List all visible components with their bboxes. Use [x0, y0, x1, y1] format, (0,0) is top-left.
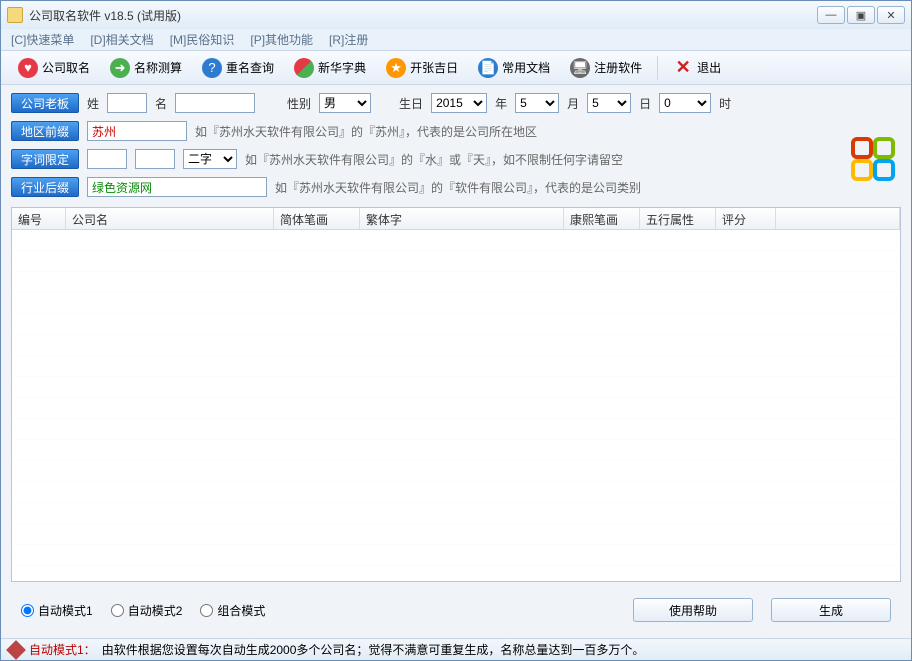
- tb-label: 名称测算: [134, 59, 182, 76]
- titlebar: 公司取名软件 v18.5 (试用版) — ▣ ✕: [1, 1, 911, 29]
- th-id[interactable]: 编号: [12, 208, 66, 229]
- th-kangxi[interactable]: 康熙笔画: [564, 208, 640, 229]
- region-button[interactable]: 地区前缀: [11, 121, 79, 141]
- th-score[interactable]: 评分: [716, 208, 776, 229]
- flag-icon: [294, 58, 314, 78]
- day-select[interactable]: 5: [587, 93, 631, 113]
- th-blank[interactable]: [776, 208, 900, 229]
- window-title: 公司取名软件 v18.5 (试用版): [29, 7, 817, 24]
- menu-quick[interactable]: [C]快速菜单: [11, 31, 74, 48]
- help-button[interactable]: 使用帮助: [633, 598, 753, 622]
- word-count-select[interactable]: 二字: [183, 149, 237, 169]
- suffix-button[interactable]: 行业后缀: [11, 177, 79, 197]
- office-logo-icon: [851, 137, 895, 181]
- close-button[interactable]: ✕: [877, 6, 905, 24]
- tb-label: 注册软件: [594, 59, 642, 76]
- region-input[interactable]: [87, 121, 187, 141]
- word-input-2[interactable]: [135, 149, 175, 169]
- monitor-icon: 🖥: [570, 58, 590, 78]
- tb-dictionary[interactable]: 新华字典: [287, 54, 373, 82]
- month-select[interactable]: 5: [515, 93, 559, 113]
- tb-label: 公司取名: [42, 59, 90, 76]
- year-select[interactable]: 2015: [431, 93, 487, 113]
- tb-lucky-date[interactable]: ★开张吉日: [379, 54, 465, 82]
- name-label: 名: [155, 95, 167, 112]
- surname-input[interactable]: [107, 93, 147, 113]
- th-wuxing[interactable]: 五行属性: [640, 208, 716, 229]
- question-icon: ?: [202, 58, 222, 78]
- minimize-button[interactable]: —: [817, 6, 845, 24]
- menu-docs[interactable]: [D]相关文档: [90, 31, 153, 48]
- table-body[interactable]: [12, 230, 900, 581]
- word-button[interactable]: 字词限定: [11, 149, 79, 169]
- th-trad[interactable]: 繁体字: [360, 208, 564, 229]
- status-prefix: 自动模式1：: [29, 641, 96, 658]
- maximize-button[interactable]: ▣: [847, 6, 875, 24]
- th-company[interactable]: 公司名: [66, 208, 274, 229]
- app-icon: [7, 7, 23, 23]
- menu-folk[interactable]: [M]民俗知识: [170, 31, 235, 48]
- suffix-hint: 如『苏州水天软件有限公司』的『软件有限公司』，代表的是公司类别: [275, 179, 641, 196]
- status-text: 由软件根据您设置每次自动生成2000多个公司名；觉得不满意可重复生成，名称总量达…: [102, 641, 645, 658]
- results-table: 编号 公司名 简体笔画 繁体字 康熙笔画 五行属性 评分: [11, 207, 901, 582]
- boss-button[interactable]: 公司老板: [11, 93, 79, 113]
- mode-label: 自动模式1: [38, 602, 93, 619]
- menu-register[interactable]: [R]注册: [329, 31, 368, 48]
- tb-common-docs[interactable]: 📄常用文档: [471, 54, 557, 82]
- doc-icon: 📄: [478, 58, 498, 78]
- heart-icon: ♥: [18, 58, 38, 78]
- tb-label: 开张吉日: [410, 59, 458, 76]
- generate-button[interactable]: 生成: [771, 598, 891, 622]
- tb-label: 常用文档: [502, 59, 550, 76]
- book-icon: [6, 640, 26, 660]
- statusbar: 自动模式1： 由软件根据您设置每次自动生成2000多个公司名；觉得不满意可重复生…: [1, 638, 911, 660]
- toolbar: ♥公司取名 ➜名称测算 ?重名查询 新华字典 ★开张吉日 📄常用文档 🖥注册软件…: [1, 51, 911, 85]
- table-header: 编号 公司名 简体笔画 繁体字 康熙笔画 五行属性 评分: [12, 208, 900, 230]
- day-unit: 日: [639, 95, 651, 112]
- tb-label: 重名查询: [226, 59, 274, 76]
- gender-label: 性别: [287, 95, 311, 112]
- suffix-input[interactable]: [87, 177, 267, 197]
- mode-combo[interactable]: 组合模式: [200, 602, 265, 619]
- month-unit: 月: [567, 95, 579, 112]
- word-input-1[interactable]: [87, 149, 127, 169]
- birth-label: 生日: [399, 95, 423, 112]
- hour-unit: 时: [719, 95, 731, 112]
- star-icon: ★: [386, 58, 406, 78]
- tb-label: 新华字典: [318, 59, 366, 76]
- mode-auto2[interactable]: 自动模式2: [111, 602, 183, 619]
- mode-label: 组合模式: [217, 602, 265, 619]
- tb-label: 退出: [697, 59, 721, 76]
- tb-company-name[interactable]: ♥公司取名: [11, 54, 97, 82]
- name-input[interactable]: [175, 93, 255, 113]
- region-hint: 如『苏州水天软件有限公司』的『苏州』，代表的是公司所在地区: [195, 123, 537, 140]
- tb-name-calc[interactable]: ➜名称测算: [103, 54, 189, 82]
- th-simp-strokes[interactable]: 简体笔画: [274, 208, 360, 229]
- menubar: [C]快速菜单 [D]相关文档 [M]民俗知识 [P]其他功能 [R]注册: [1, 29, 911, 51]
- menu-other[interactable]: [P]其他功能: [250, 31, 313, 48]
- gender-select[interactable]: 男: [319, 93, 371, 113]
- tb-register[interactable]: 🖥注册软件: [563, 54, 649, 82]
- arrow-icon: ➜: [110, 58, 130, 78]
- word-hint: 如『苏州水天软件有限公司』的『水』或『天』，如不限制任何字请留空: [245, 151, 623, 168]
- x-icon: ✕: [673, 58, 693, 78]
- tb-exit[interactable]: ✕退出: [666, 54, 728, 82]
- tb-dup-query[interactable]: ?重名查询: [195, 54, 281, 82]
- surname-label: 姓: [87, 95, 99, 112]
- mode-auto1[interactable]: 自动模式1: [21, 602, 93, 619]
- year-unit: 年: [495, 95, 507, 112]
- hour-select[interactable]: 0: [659, 93, 711, 113]
- separator: [657, 56, 658, 80]
- mode-label: 自动模式2: [128, 602, 183, 619]
